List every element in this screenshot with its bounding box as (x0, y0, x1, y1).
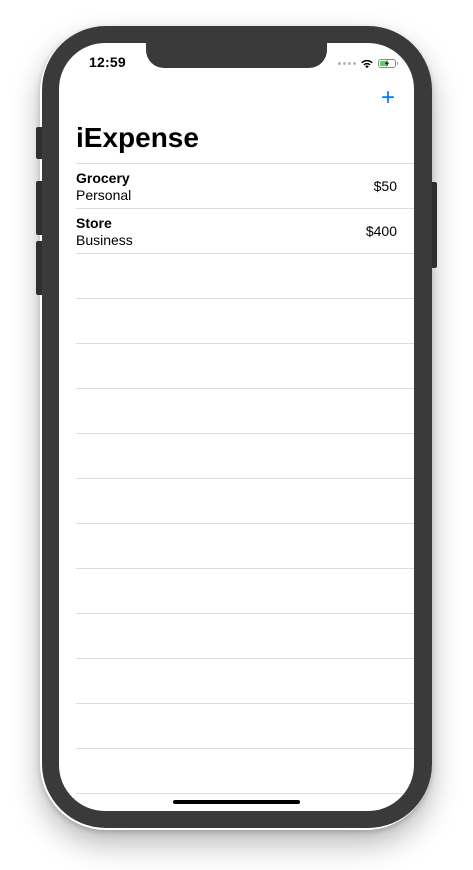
expense-type: Personal (76, 187, 132, 203)
expense-amount: $400 (365, 223, 397, 239)
empty-row (76, 478, 414, 523)
expense-name: Store (76, 215, 112, 231)
wifi-icon (361, 59, 373, 68)
empty-row (76, 388, 414, 433)
empty-row (76, 703, 414, 748)
expense-row[interactable]: Store Business $400 (76, 208, 414, 253)
empty-row (76, 343, 414, 388)
expense-row[interactable]: Grocery Personal $50 (76, 163, 414, 208)
empty-row (76, 298, 414, 343)
empty-row (76, 523, 414, 568)
expense-amount: $50 (373, 178, 397, 194)
status-time: 12:59 (89, 54, 126, 70)
expense-name: Grocery (76, 170, 130, 186)
add-expense-button[interactable]: + (378, 86, 398, 110)
empty-row (76, 253, 414, 298)
page-title: iExpense (76, 122, 199, 153)
empty-row (76, 748, 414, 793)
empty-row (76, 613, 414, 658)
cellular-signal-icon (338, 61, 356, 65)
row-separator (76, 793, 414, 794)
empty-row (76, 658, 414, 703)
status-indicators (338, 56, 398, 70)
expense-list: Grocery Personal $50 Store Business $400 (76, 163, 414, 794)
empty-row (76, 568, 414, 613)
home-indicator[interactable] (173, 800, 300, 804)
phone-screen: 12:59 + iExpense Grocery Personal $50 St… (59, 43, 414, 811)
notch (146, 43, 327, 68)
battery-charging-icon (378, 58, 398, 68)
expense-type: Business (76, 232, 133, 248)
empty-row (76, 433, 414, 478)
